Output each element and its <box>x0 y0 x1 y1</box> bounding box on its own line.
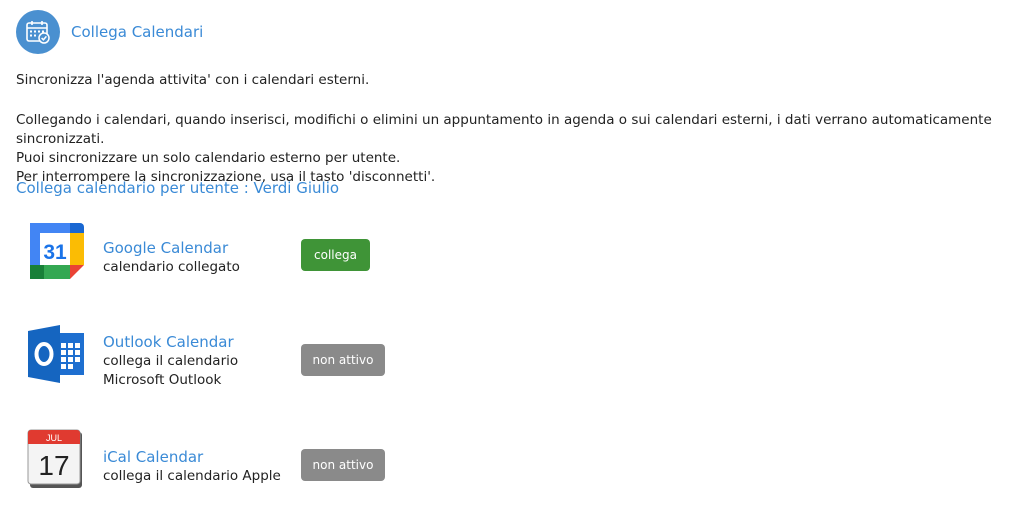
calendar-row-outlook: Outlook Calendar collega il calendario M… <box>26 323 385 388</box>
user-heading: Collega calendario per utente : Verdi Gi… <box>16 179 340 197</box>
calendar-row-google: 31 Google Calendar calendario collegato … <box>26 219 370 281</box>
intro-line: Puoi sincronizzare un solo calendario es… <box>16 150 401 166</box>
outlook-calendar-icon <box>28 325 84 383</box>
intro-line: Collegando i calendari, quando inserisci… <box>16 112 992 147</box>
calendar-description: collega il calendario Microsoft Outlook <box>103 353 239 388</box>
intro-line: Sincronizza l'agenda attivita' con i cal… <box>16 72 370 88</box>
google-calendar-icon: 31 <box>30 223 84 279</box>
calendar-check-icon <box>16 10 60 54</box>
calendar-description: collega il calendario Apple <box>103 468 281 484</box>
calendar-name: Google Calendar <box>103 239 229 257</box>
page-title: Collega Calendari <box>71 23 204 41</box>
connect-google-button[interactable]: collega <box>301 239 370 271</box>
intro-text: Sincronizza l'agenda attivita' con i cal… <box>16 71 1016 187</box>
ical-logo-month: JUL <box>46 433 62 443</box>
google-logo-day: 31 <box>43 241 67 264</box>
calendar-name: iCal Calendar <box>103 448 204 466</box>
calendar-description: calendario collegato <box>103 259 240 275</box>
calendar-row-ical: JUL 17 iCal Calendar collega il calendar… <box>26 427 385 489</box>
ical-inactive-button[interactable]: non attivo <box>301 449 385 481</box>
ical-calendar-icon: JUL 17 <box>27 429 82 488</box>
page-header: Collega Calendari <box>16 10 203 54</box>
calendar-name: Outlook Calendar <box>103 333 234 351</box>
outlook-inactive-button[interactable]: non attivo <box>301 344 385 376</box>
ical-logo-day: 17 <box>38 450 69 481</box>
